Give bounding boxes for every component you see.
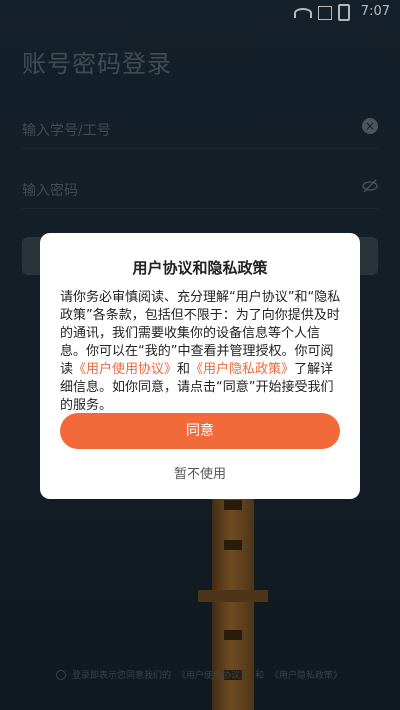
privacy-dialog: 用户协议和隐私政策 请你务必审慎阅读、充分理解“用户协议”和“隐私政策”各条款，… (40, 233, 360, 499)
dialog-body-and: 和 (177, 362, 191, 377)
privacy-policy-link[interactable]: 《用户隐私政策》 (190, 362, 294, 377)
agree-button[interactable]: 同意 (60, 413, 340, 449)
dialog-title: 用户协议和隐私政策 (132, 259, 268, 277)
dialog-body: 请你务必审慎阅读、充分理解“用户协议”和“隐私政策”各条款，包括但不限于：为了向… (60, 289, 342, 415)
decline-button[interactable]: 暂不使用 (40, 463, 360, 482)
user-agreement-link[interactable]: 《用户使用协议》 (73, 362, 177, 377)
